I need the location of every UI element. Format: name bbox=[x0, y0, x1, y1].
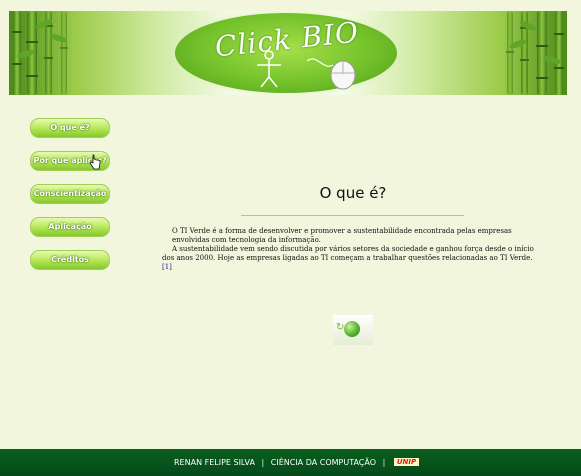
hand-cursor-icon bbox=[89, 154, 101, 170]
paragraph-sustainability-text: A sustentabilidade vem sendo discutida p… bbox=[162, 245, 534, 262]
nav-button-creditos[interactable]: Créditos bbox=[30, 250, 110, 270]
stick-figure-icon bbox=[257, 50, 281, 88]
nav-button-aplicacao[interactable]: Aplicação bbox=[30, 217, 110, 237]
bamboo-stalk bbox=[536, 11, 548, 95]
unip-logo: UNIP bbox=[393, 458, 420, 466]
paragraph-sustainability: A sustentabilidade vem sendo discutida p… bbox=[162, 245, 542, 272]
footer-author: RENAN FELIPE SILVA bbox=[174, 458, 255, 467]
reference-link[interactable]: [1] bbox=[162, 263, 172, 271]
green-globe-icon bbox=[344, 321, 360, 337]
footer-separator: | bbox=[382, 458, 386, 467]
header-banner: Click BIO bbox=[9, 11, 567, 95]
mouse-icon bbox=[306, 58, 356, 90]
footer-course: CIÊNCIA DA COMPUTAÇÃO bbox=[270, 458, 377, 467]
page-footer: RENAN FELIPE SILVA | CIÊNCIA DA COMPUTAÇ… bbox=[0, 449, 581, 476]
main-content: O TI Verde é a forma de desenvolver e pr… bbox=[162, 227, 542, 272]
paragraph-intro: O TI Verde é a forma de desenvolver e pr… bbox=[172, 227, 512, 244]
footer-separator: | bbox=[261, 458, 265, 467]
recycle-arrow-icon: ↻ bbox=[336, 322, 345, 333]
bamboo-stalk bbox=[554, 11, 564, 95]
title-divider bbox=[241, 215, 464, 216]
page-title: O que é? bbox=[319, 184, 387, 202]
nav-button-conscientizacao[interactable]: Conscientização bbox=[30, 184, 110, 204]
bamboo-stalk bbox=[60, 11, 68, 95]
nav-button-o-que-e[interactable]: O que é? bbox=[30, 118, 110, 138]
bamboo-stalk bbox=[506, 11, 514, 95]
